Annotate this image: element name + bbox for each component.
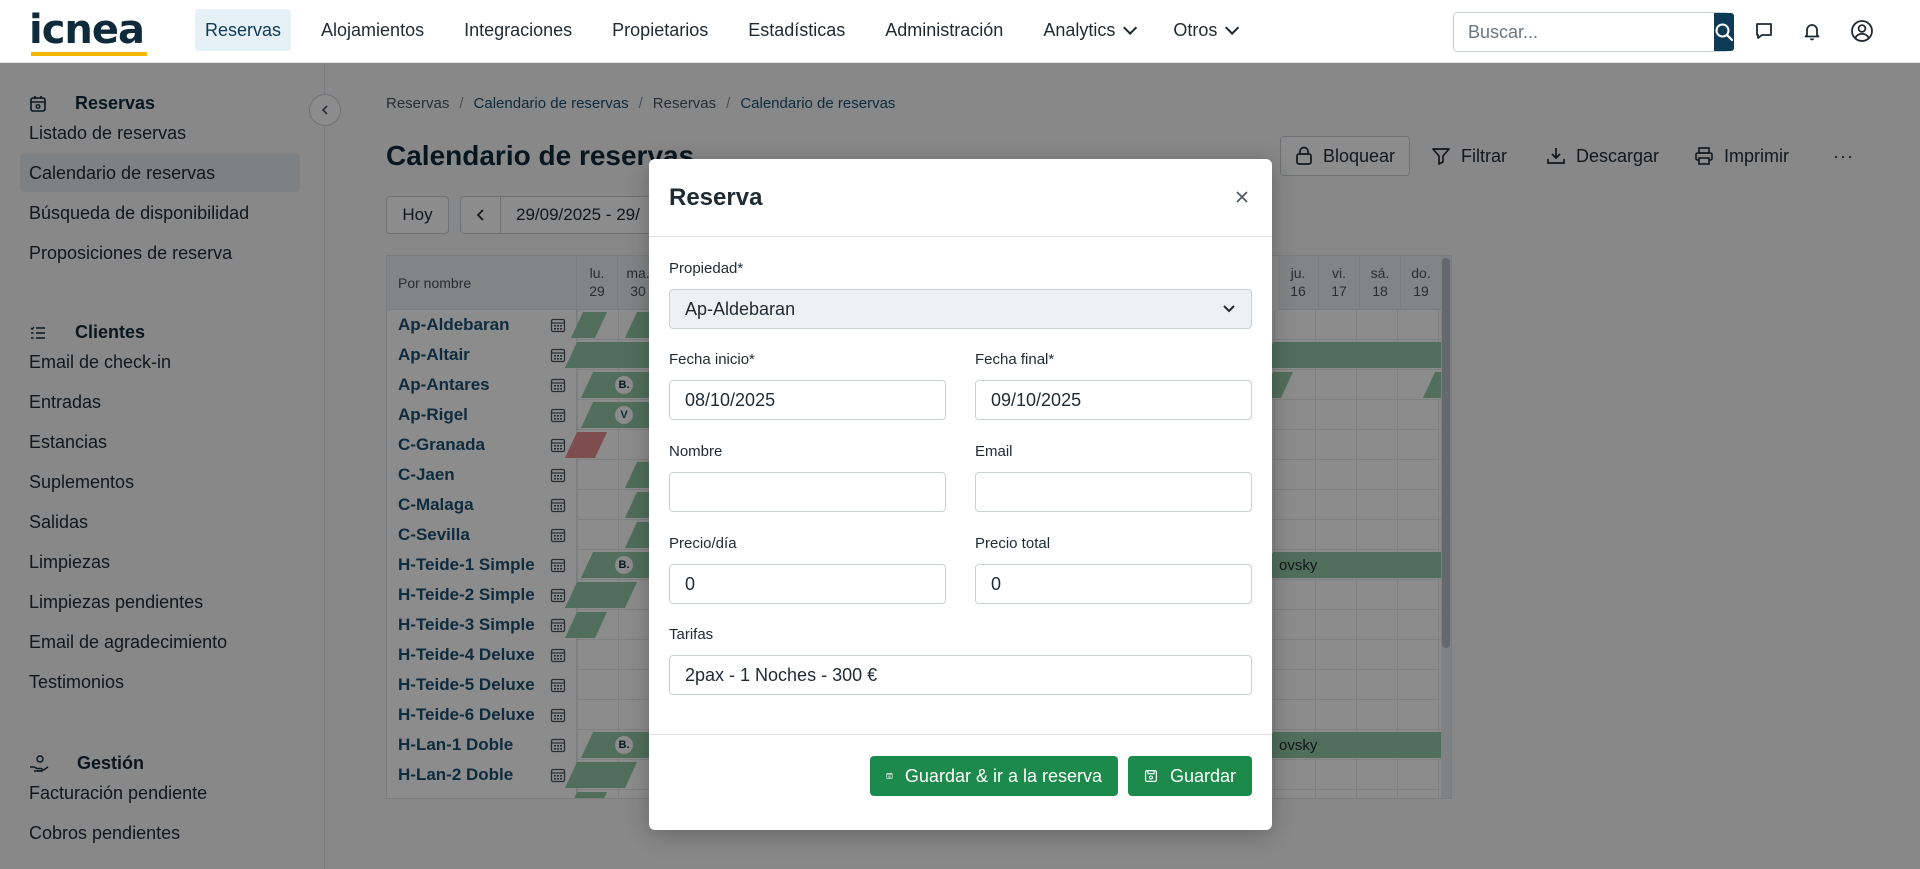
price-per-day-value: 0 [685, 573, 696, 594]
property-select[interactable]: Ap-Aldebaran [669, 289, 1252, 329]
start-date-label: Fecha inicio* [669, 351, 755, 368]
nav-item-label: Estadísticas [748, 19, 846, 40]
booking-modal: Reserva Propiedad* Ap-Aldebaran Fecha in… [649, 159, 1272, 830]
search-input[interactable] [1454, 13, 1714, 51]
end-date-value: 09/10/2025 [991, 389, 1082, 410]
nav-item-6[interactable]: Analytics [1033, 9, 1143, 51]
price-per-day-label: Precio/día [669, 535, 737, 552]
logo-underline [31, 52, 147, 56]
nav-item-label: Reservas [205, 19, 282, 40]
nav-item-3[interactable]: Propietarios [602, 9, 718, 51]
name-label: Nombre [669, 443, 723, 460]
save-label: Guardar [1169, 765, 1236, 786]
chat-icon[interactable] [1751, 18, 1777, 44]
nav-item-label: Analytics [1043, 19, 1116, 40]
close-button[interactable] [1230, 185, 1254, 209]
logo-text: icnea [29, 7, 145, 53]
modal-header: Reserva [649, 159, 1272, 237]
end-date-label: Fecha final* [975, 351, 1055, 368]
nav-item-label: Otros [1173, 19, 1218, 40]
user-avatar-icon[interactable] [1849, 18, 1875, 44]
price-per-day-input[interactable]: 0 [669, 564, 946, 604]
save-and-go-button[interactable]: Guardar & ir a la reserva [870, 756, 1118, 796]
total-price-input[interactable]: 0 [975, 564, 1252, 604]
email-input[interactable] [975, 472, 1252, 512]
close-icon [1236, 191, 1248, 203]
save-icon [886, 773, 893, 779]
nav-item-5[interactable]: Administración [875, 9, 1013, 51]
rates-value: 2pax - 1 Noches - 300 € [685, 664, 878, 685]
bell-icon[interactable] [1799, 18, 1825, 44]
chevron-down-icon [1123, 20, 1138, 35]
nav-item-label: Alojamientos [321, 19, 425, 40]
search-box [1453, 12, 1734, 52]
search-button[interactable] [1714, 13, 1734, 51]
search-icon [1715, 23, 1734, 42]
nav-item-label: Propietarios [612, 19, 709, 40]
email-label: Email [975, 443, 1013, 460]
app-logo[interactable]: icnea [29, 7, 147, 56]
nav-item-7[interactable]: Otros [1163, 9, 1245, 51]
total-price-label: Precio total [975, 535, 1051, 552]
chevron-down-icon [1225, 20, 1240, 35]
save-button[interactable]: Guardar [1128, 756, 1252, 796]
nav-item-4[interactable]: Estadísticas [738, 9, 855, 51]
nav-item-0[interactable]: Reservas [195, 9, 292, 51]
save-and-go-label: Guardar & ir a la reserva [904, 765, 1102, 786]
chevron-down-icon [1223, 305, 1235, 313]
nav-item-label: Integraciones [464, 19, 573, 40]
top-navbar: icnea Reservas Alojamientos Integraciones P… [0, 0, 1920, 63]
name-input[interactable] [669, 472, 946, 512]
rates-input[interactable]: 2pax - 1 Noches - 300 € [669, 655, 1252, 695]
nav-item-1[interactable]: Alojamientos [311, 9, 434, 51]
nav-item-2[interactable]: Integraciones [454, 9, 582, 51]
start-date-input[interactable]: 08/10/2025 [669, 380, 946, 420]
property-label: Propiedad* [669, 260, 744, 277]
nav-item-label: Administración [885, 19, 1004, 40]
start-date-value: 08/10/2025 [685, 389, 776, 410]
rates-label: Tarifas [669, 626, 714, 643]
end-date-input[interactable]: 09/10/2025 [975, 380, 1252, 420]
property-value: Ap-Aldebaran [685, 298, 796, 319]
modal-title: Reserva [669, 183, 763, 211]
save-icon [1144, 769, 1158, 783]
main-nav: Reservas Alojamientos Integraciones Propiet… [195, 9, 1265, 51]
total-price-value: 0 [991, 573, 1002, 594]
